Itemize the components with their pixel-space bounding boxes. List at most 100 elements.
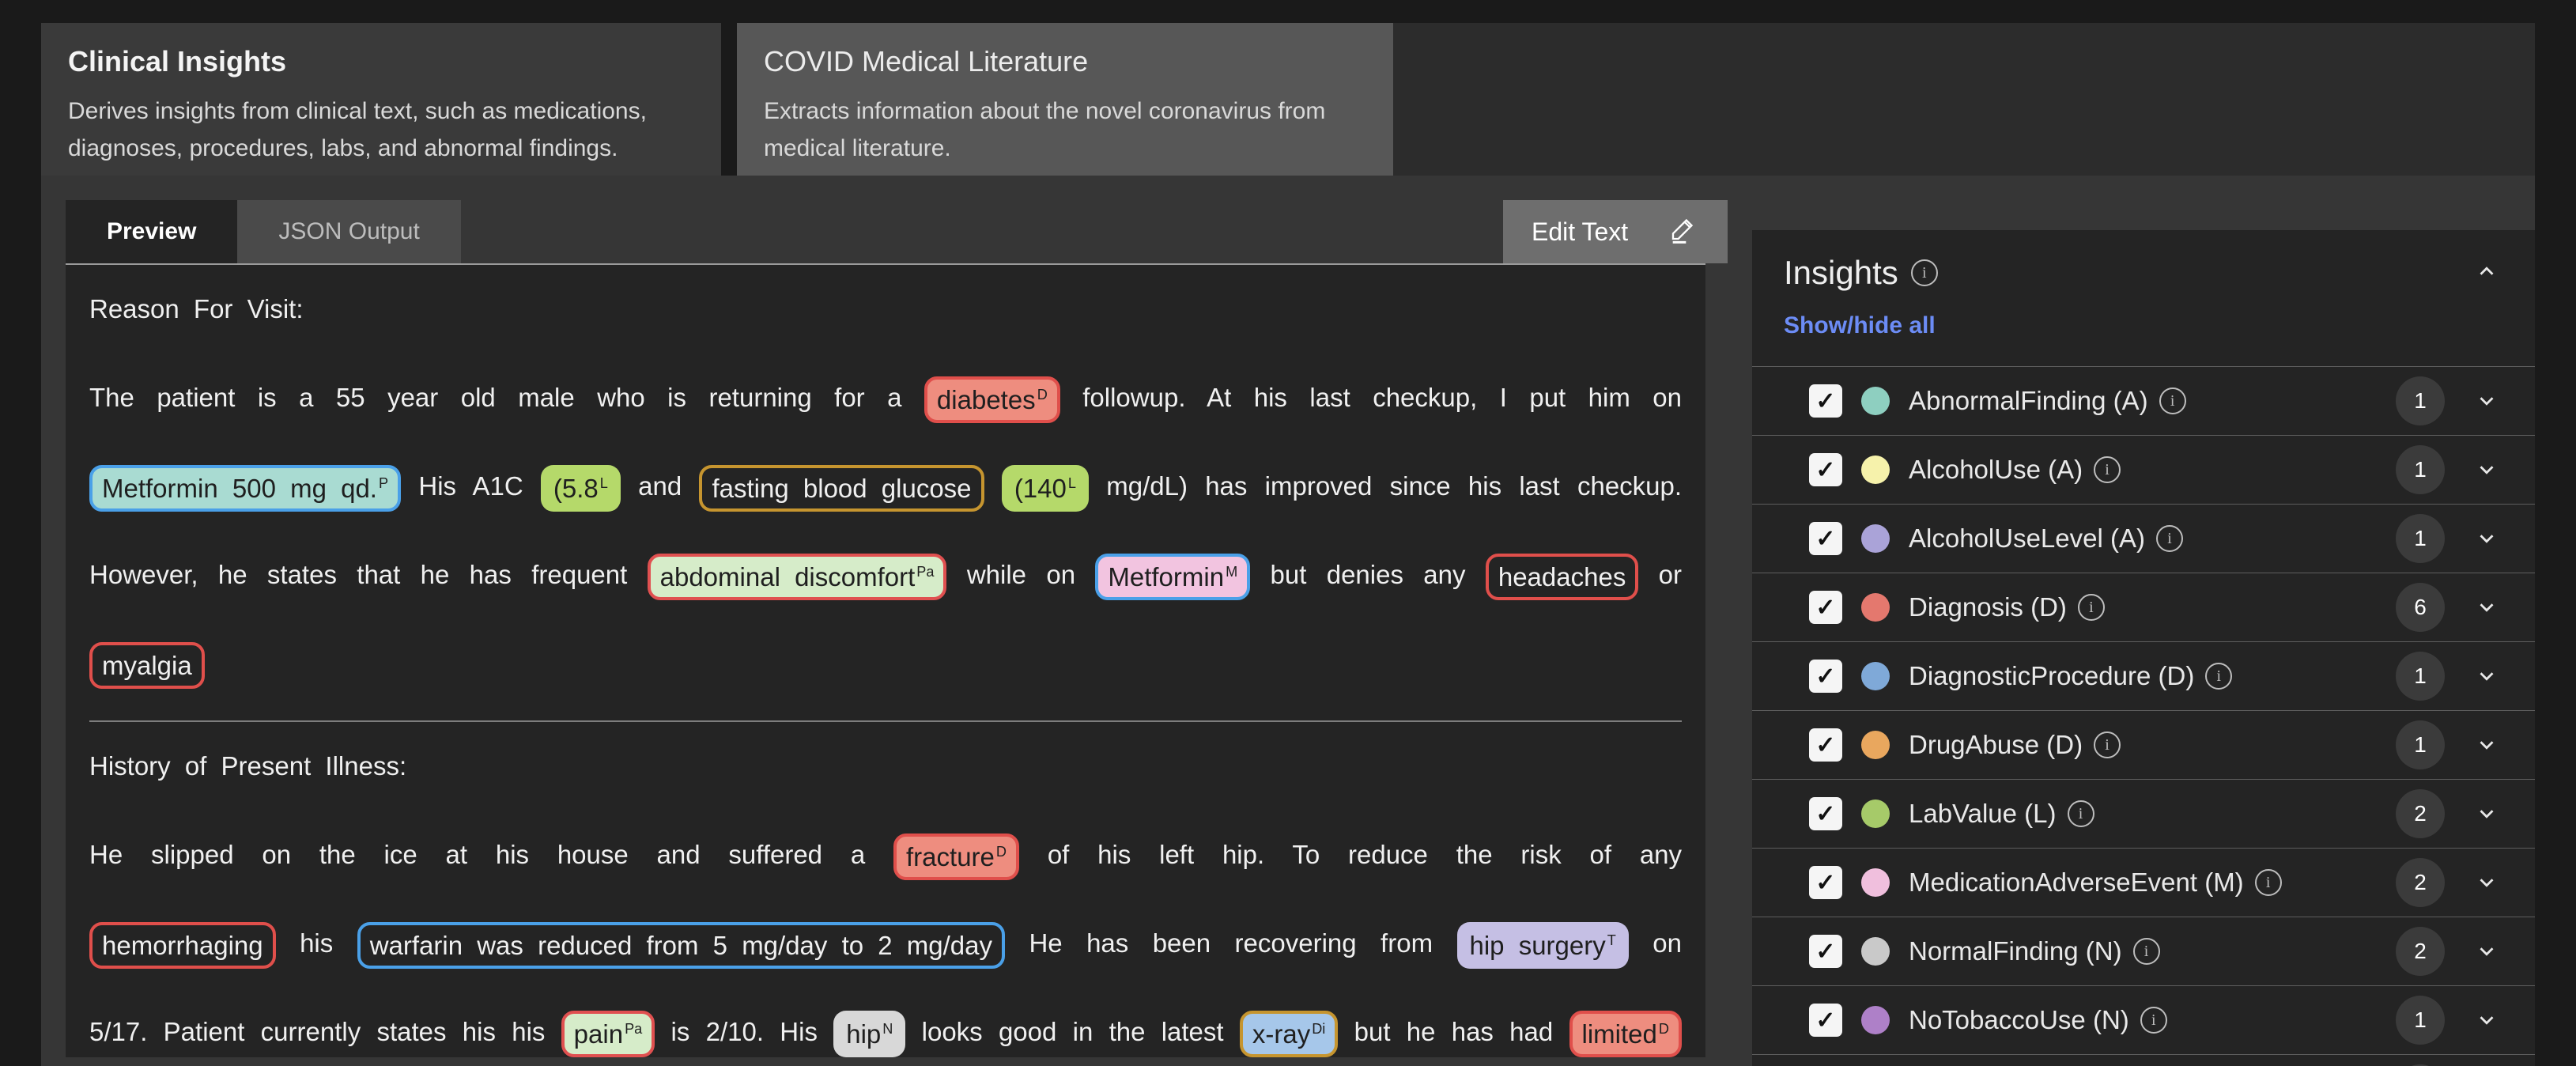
entity-type-superscript: L <box>600 475 608 491</box>
entity-chip-med_adverse[interactable]: MetforminM <box>1095 554 1250 600</box>
entity-chip-treatment[interactable]: hip surgeryT <box>1457 922 1629 969</box>
insight-row[interactable]: ✓AlcoholUse (A)i1 <box>1752 436 2535 505</box>
entity-label: AbnormalFinding (A) <box>1909 386 2148 416</box>
info-icon[interactable]: i <box>2205 663 2232 690</box>
entity-chip-outline_red[interactable]: hemorrhaging <box>89 922 276 969</box>
entity-color-dot <box>1861 387 1890 415</box>
info-icon[interactable]: i <box>2156 525 2183 552</box>
entity-type-superscript: M <box>1226 564 1237 580</box>
insight-row[interactable]: ✓PatientReportedCondition (P)i3 <box>1752 1055 2535 1066</box>
insight-row[interactable]: ✓AlcoholUseLevel (A)i1 <box>1752 505 2535 573</box>
entity-label: MedicationAdverseEvent (M) <box>1909 868 2244 898</box>
entity-chip-outline_red[interactable]: headaches <box>1486 554 1638 600</box>
entity-chip-diagnostic_procedure[interactable]: x-rayDi <box>1240 1011 1338 1057</box>
insight-row[interactable]: ✓ MedicationAdverseEvent (M) i 2 <box>1752 849 2535 917</box>
insight-row[interactable]: ✓DrugAbuse (D)i1 <box>1752 711 2535 780</box>
chevron-down-icon[interactable] <box>2475 939 2499 963</box>
insights-rows: ✓AbnormalFinding (A)i1✓AlcoholUse (A)i1✓… <box>1752 366 2535 1066</box>
preview-document-panel: Reason For Visit:The patient is a 55 yea… <box>66 263 1705 1057</box>
entity-type-superscript: Pa <box>625 1021 642 1037</box>
document-line: History of Present Illness: <box>89 722 1682 811</box>
entity-chip-lab[interactable]: (5.8L <box>541 465 621 512</box>
entity-chip-outline_red[interactable]: myalgia <box>89 642 205 689</box>
entity-color-dot <box>1861 731 1890 759</box>
chevron-down-icon[interactable] <box>2475 1008 2499 1032</box>
model-card-title: Clinical Insights <box>68 45 694 78</box>
info-icon[interactable]: i <box>2133 938 2160 965</box>
row-checkbox[interactable]: ✓ <box>1809 453 1842 486</box>
row-checkbox[interactable]: ✓ <box>1809 728 1842 762</box>
edit-text-button[interactable]: Edit Text <box>1503 200 1728 263</box>
pencil-icon <box>1668 213 1699 251</box>
row-checkbox[interactable]: ✓ <box>1809 660 1842 693</box>
show-hide-all-link[interactable]: Show/hide all <box>1752 292 2535 339</box>
model-card-description: Derives insights from clinical text, suc… <box>68 93 694 167</box>
entity-chip-lab_outline[interactable]: fasting blood glucose <box>699 465 984 512</box>
chevron-down-icon[interactable] <box>2475 733 2499 757</box>
tab-covid-medical-literature[interactable]: COVID Medical Literature Extracts inform… <box>737 23 1393 176</box>
entity-type-superscript: P <box>379 475 388 491</box>
entity-type-superscript: L <box>1068 475 1076 491</box>
entity-chip-normal_finding[interactable]: hipN <box>833 1011 905 1057</box>
entity-label: NormalFinding (N) <box>1909 936 2122 966</box>
row-checkbox[interactable]: ✓ <box>1809 866 1842 899</box>
entity-chip-diagnosis[interactable]: diabetesD <box>924 376 1060 423</box>
chevron-down-icon[interactable] <box>2475 802 2499 826</box>
entity-chip-patient_reported[interactable]: painPa <box>561 1011 655 1057</box>
document-line: The patient is a 55 year old male who is… <box>89 353 1682 442</box>
entity-chip-diagnosis[interactable]: fractureD <box>893 834 1019 880</box>
chevron-down-icon[interactable] <box>2475 871 2499 894</box>
info-icon[interactable]: i <box>2159 387 2186 414</box>
info-icon[interactable]: i <box>2094 456 2121 483</box>
entity-chip-lab[interactable]: (140L <box>1002 465 1089 512</box>
insight-row[interactable]: ✓NormalFinding (N)i2 <box>1752 917 2535 986</box>
chevron-down-icon[interactable] <box>2475 458 2499 482</box>
row-checkbox[interactable]: ✓ <box>1809 522 1842 555</box>
entity-chip-outline_blue[interactable]: warfarin was reduced from 5 mg/day to 2 … <box>357 922 1005 969</box>
row-checkbox[interactable]: ✓ <box>1809 935 1842 968</box>
entity-type-superscript: N <box>882 1021 893 1037</box>
entity-chip-patient_reported[interactable]: abdominal discomfortPa <box>648 554 947 600</box>
insight-row[interactable]: ✓LabValue (L)i2 <box>1752 780 2535 849</box>
count-badge: 2 <box>2396 858 2445 907</box>
insights-header: Insights i <box>1752 230 2535 292</box>
insight-row[interactable]: ✓Diagnosis (D)i6 <box>1752 573 2535 642</box>
row-checkbox[interactable]: ✓ <box>1809 797 1842 830</box>
insight-row[interactable]: ✓DiagnosticProcedure (D)i1 <box>1752 642 2535 711</box>
document-line: Reason For Visit: <box>89 265 1682 353</box>
entity-type-superscript: D <box>996 844 1007 860</box>
info-icon[interactable]: i <box>2255 869 2282 896</box>
entity-label: LabValue (L) <box>1909 799 2057 829</box>
entity-type-superscript: Di <box>1312 1021 1325 1037</box>
row-checkbox[interactable]: ✓ <box>1809 591 1842 624</box>
entity-color-dot <box>1861 800 1890 828</box>
chevron-down-icon[interactable] <box>2475 664 2499 688</box>
model-card-title: COVID Medical Literature <box>764 45 1366 78</box>
row-checkbox[interactable]: ✓ <box>1809 384 1842 418</box>
entity-chip-drug[interactable]: Metformin 500 mg qd.P <box>89 465 401 512</box>
view-tabs: Preview JSON Output <box>66 200 461 263</box>
entity-label: DrugAbuse (D) <box>1909 730 2083 760</box>
entity-chip-diagnosis[interactable]: limitedD <box>1569 1011 1682 1057</box>
chevron-up-icon[interactable] <box>2475 259 2499 287</box>
insight-row[interactable]: ✓AbnormalFinding (A)i1 <box>1752 367 2535 436</box>
entity-color-dot <box>1861 937 1890 966</box>
entity-type-superscript: D <box>1037 387 1048 403</box>
tab-json-output[interactable]: JSON Output <box>237 200 460 263</box>
entity-type-superscript: D <box>1659 1021 1669 1037</box>
count-badge: 1 <box>2396 652 2445 701</box>
info-icon[interactable]: i <box>2068 800 2094 827</box>
tab-preview[interactable]: Preview <box>66 200 237 263</box>
chevron-down-icon[interactable] <box>2475 389 2499 413</box>
info-icon[interactable]: i <box>2094 731 2121 758</box>
tab-clinical-insights[interactable]: Clinical Insights Derives insights from … <box>41 23 721 176</box>
count-badge: 1 <box>2396 445 2445 494</box>
info-icon[interactable]: i <box>2078 594 2105 621</box>
chevron-down-icon[interactable] <box>2475 527 2499 550</box>
row-checkbox[interactable]: ✓ <box>1809 1004 1842 1037</box>
chevron-down-icon[interactable] <box>2475 595 2499 619</box>
info-icon[interactable]: i <box>2140 1007 2167 1034</box>
count-badge: 6 <box>2396 583 2445 632</box>
info-icon[interactable]: i <box>1911 259 1938 286</box>
insight-row[interactable]: ✓NoTobaccoUse (N)i1 <box>1752 986 2535 1055</box>
